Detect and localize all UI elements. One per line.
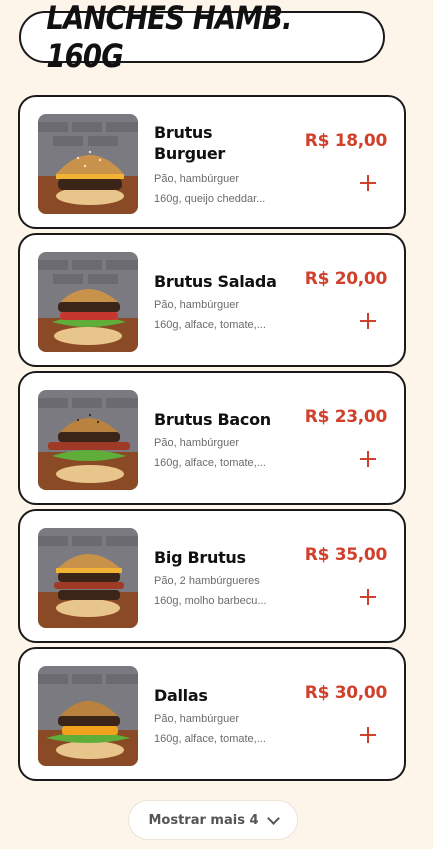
item-name: Dallas xyxy=(154,686,208,705)
item-name: Brutus Burguer xyxy=(154,123,225,163)
menu-item-card[interactable]: Big Brutus Pão, 2 hambúrgueres 160g, mol… xyxy=(18,509,406,643)
item-name: Big Brutus xyxy=(154,548,246,567)
show-more-button[interactable]: Mostrar mais 4 xyxy=(128,800,298,840)
plus-icon[interactable] xyxy=(358,725,378,745)
item-description: Pão, hambúrguer 160g, alface, tomate,... xyxy=(154,713,266,745)
plus-icon[interactable] xyxy=(358,173,378,193)
plus-icon[interactable] xyxy=(358,311,378,331)
burger-double-photo xyxy=(38,528,138,628)
menu-item-card[interactable]: Brutus Burguer Pão, hambúrguer 160g, que… xyxy=(18,95,406,229)
plus-icon[interactable] xyxy=(358,587,378,607)
show-more-label: Mostrar mais 4 xyxy=(148,812,259,828)
item-price: R$ 35,00 xyxy=(304,545,388,565)
section-title: LANCHES HAMB. 160G xyxy=(46,0,292,75)
plus-icon[interactable] xyxy=(358,449,378,469)
item-price: R$ 23,00 xyxy=(304,407,388,427)
item-description: Pão, hambúrguer 160g, alface, tomate,... xyxy=(154,299,266,331)
item-description: Pão, hambúrguer 160g, alface, tomate,... xyxy=(154,437,266,469)
burger-salad-photo xyxy=(38,252,138,352)
item-description: Pão, 2 hambúrgueres 160g, molho barbecu.… xyxy=(154,575,267,607)
item-price: R$ 30,00 xyxy=(304,683,388,703)
menu-item-card[interactable]: Brutus Salada Pão, hambúrguer 160g, alfa… xyxy=(18,233,406,367)
item-name: Brutus Salada xyxy=(154,272,277,291)
burger-bacon-photo xyxy=(38,390,138,490)
chevron-down-icon xyxy=(266,811,280,825)
item-name: Brutus Bacon xyxy=(154,410,271,429)
section-title-pill: LANCHES HAMB. 160G xyxy=(19,0,385,75)
item-description: Pão, hambúrguer 160g, queijo cheddar... xyxy=(154,173,266,205)
burger-cheese-photo xyxy=(38,114,138,214)
item-price: R$ 20,00 xyxy=(304,269,388,289)
item-price: R$ 18,00 xyxy=(304,131,388,151)
menu-item-card[interactable]: Dallas Pão, hambúrguer 160g, alface, tom… xyxy=(18,647,406,781)
menu-item-card[interactable]: Brutus Bacon Pão, hambúrguer 160g, alfac… xyxy=(18,371,406,505)
burger-dallas-photo xyxy=(38,666,138,766)
